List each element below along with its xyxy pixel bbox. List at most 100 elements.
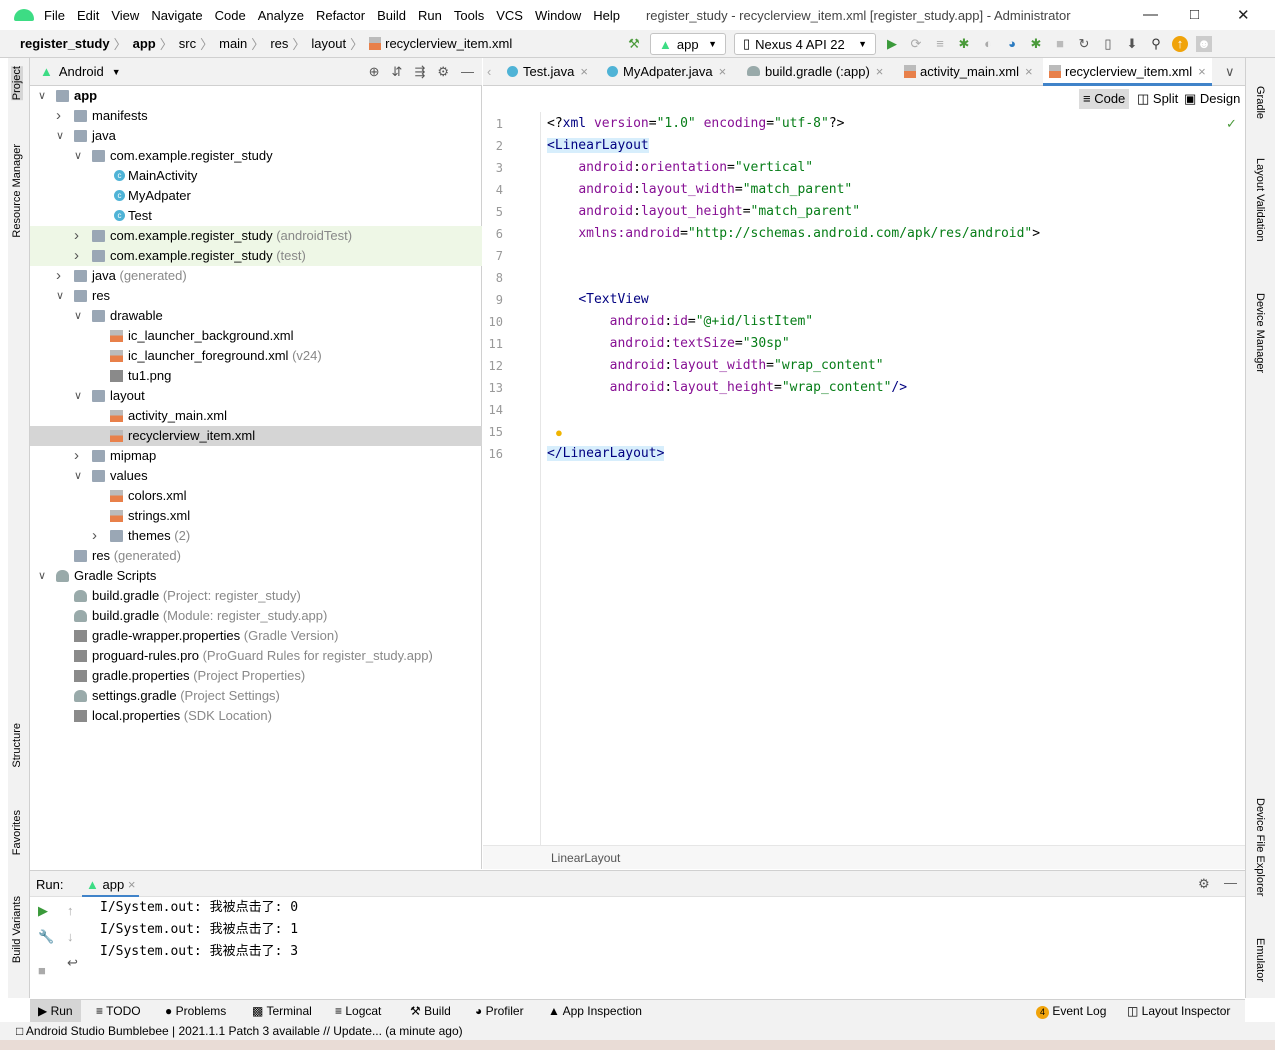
structure-tool-button[interactable]: Structure: [11, 723, 23, 768]
run-tool-button[interactable]: ▶ Run: [30, 1000, 81, 1023]
tree-item[interactable]: ∨ drawable: [30, 306, 482, 326]
sdk-manager-icon[interactable]: ⬇: [1124, 36, 1140, 52]
breadcrumb-item[interactable]: main: [219, 36, 247, 51]
design-mode-button[interactable]: ▣ Design: [1180, 89, 1244, 109]
tree-item[interactable]: ∨ values: [30, 466, 482, 486]
rerun-icon[interactable]: ▶: [38, 903, 48, 919]
tree-item[interactable]: proguard-rules.pro (ProGuard Rules for r…: [30, 646, 482, 666]
tree-item[interactable]: strings.xml: [30, 506, 482, 526]
soft-wrap-icon[interactable]: ↩: [67, 955, 78, 971]
menu-file[interactable]: File: [44, 8, 65, 23]
menu-run[interactable]: Run: [418, 8, 442, 23]
close-icon[interactable]: ×: [128, 877, 136, 892]
emulator-tool-button[interactable]: Emulator: [1254, 938, 1266, 982]
tree-item[interactable]: recyclerview_item.xml: [30, 426, 482, 446]
hide-icon[interactable]: —: [1224, 875, 1237, 890]
down-arrow-icon[interactable]: ↓: [67, 929, 74, 944]
tree-item[interactable]: › java (generated): [30, 266, 482, 286]
chevron-down-icon[interactable]: ∨: [74, 386, 84, 406]
tree-item[interactable]: ∨ layout: [30, 386, 482, 406]
up-arrow-icon[interactable]: ↑: [67, 903, 74, 918]
attach-debugger-icon[interactable]: ✱: [1028, 36, 1044, 52]
tree-item[interactable]: ∨ java: [30, 126, 482, 146]
breadcrumb-item[interactable]: src: [179, 36, 196, 51]
chevron-down-icon[interactable]: ∨: [74, 466, 84, 486]
tree-item[interactable]: build.gradle (Project: register_study): [30, 586, 482, 606]
project-view-select[interactable]: Android: [59, 64, 104, 79]
run-config-select[interactable]: ▲ app ▼: [650, 33, 726, 55]
profile-icon[interactable]: ◕: [1004, 36, 1020, 52]
tree-item[interactable]: colors.xml: [30, 486, 482, 506]
hide-icon[interactable]: —: [461, 64, 474, 80]
layout-inspector-button[interactable]: ◫ Layout Inspector: [1127, 1000, 1230, 1023]
close-button[interactable]: ✕: [1237, 6, 1250, 24]
tree-item[interactable]: c MainActivity: [30, 166, 482, 186]
menu-help[interactable]: Help: [593, 8, 620, 23]
profiler-tool-button[interactable]: ◕ Profiler: [475, 1000, 524, 1023]
chevron-right-icon[interactable]: ›: [74, 446, 84, 466]
chevron-right-icon[interactable]: ›: [74, 226, 84, 246]
tree-item[interactable]: res (generated): [30, 546, 482, 566]
device-select[interactable]: ▯ Nexus 4 API 22 ▼: [734, 33, 876, 55]
run-tab-app[interactable]: ▲ app ×: [82, 871, 140, 898]
chevron-down-icon[interactable]: ∨: [56, 286, 66, 306]
breadcrumb-item[interactable]: recyclerview_item.xml: [385, 36, 512, 51]
chevron-down-icon[interactable]: ∨: [74, 306, 84, 326]
minimize-button[interactable]: —: [1143, 6, 1158, 23]
run-icon[interactable]: ▶: [884, 36, 900, 52]
tree-item[interactable]: gradle-wrapper.properties (Gradle Versio…: [30, 626, 482, 646]
chevron-right-icon[interactable]: ›: [74, 246, 84, 266]
run-console[interactable]: ▶ 🔧 ■ ↑ ↓ ↩ I/System.out: 我被点击了: 0 I/Sys…: [30, 897, 1245, 998]
menu-vcs[interactable]: VCS: [496, 8, 523, 23]
editor-tab[interactable]: build.gradle (:app) ×: [747, 58, 883, 86]
breadcrumb-item[interactable]: layout: [311, 36, 346, 51]
menu-view[interactable]: View: [111, 8, 139, 23]
chevron-down-icon[interactable]: ▼: [112, 67, 121, 77]
menu-navigate[interactable]: Navigate: [151, 8, 202, 23]
terminal-tool-button[interactable]: ▩ Terminal: [252, 1000, 312, 1023]
breadcrumb-item[interactable]: app: [133, 36, 156, 51]
project-tool-button[interactable]: Project: [11, 66, 23, 101]
problems-tool-button[interactable]: ● Problems: [165, 1000, 226, 1023]
tree-item[interactable]: settings.gradle (Project Settings): [30, 686, 482, 706]
stop-icon[interactable]: ■: [1052, 36, 1068, 52]
lightbulb-icon[interactable]: ●: [555, 425, 563, 440]
tree-item[interactable]: ∨ res: [30, 286, 482, 306]
close-tab-icon[interactable]: ×: [1198, 64, 1206, 79]
close-tab-icon[interactable]: ×: [719, 64, 727, 79]
tree-item[interactable]: ic_launcher_foreground.xml (v24): [30, 346, 482, 366]
close-tab-icon[interactable]: ×: [1025, 64, 1033, 79]
apply-code-changes-icon[interactable]: ≡: [932, 36, 948, 52]
editor-tab[interactable]: activity_main.xml ×: [904, 58, 1033, 86]
build-variants-tool-button[interactable]: Build Variants: [11, 896, 23, 963]
menu-edit[interactable]: Edit: [77, 8, 99, 23]
tree-item[interactable]: ∨ Gradle Scripts: [30, 566, 482, 586]
menu-refactor[interactable]: Refactor: [316, 8, 365, 23]
chevron-down-icon[interactable]: ∨: [38, 86, 48, 106]
tree-item[interactable]: gradle.properties (Project Properties): [30, 666, 482, 686]
sync-gradle-icon[interactable]: ↻: [1076, 36, 1092, 52]
hammer-icon[interactable]: ⚒: [626, 36, 642, 52]
menu-window[interactable]: Window: [535, 8, 581, 23]
maximize-button[interactable]: □: [1190, 6, 1199, 23]
gear-icon[interactable]: ⚙: [1198, 876, 1210, 892]
search-icon[interactable]: ⚲: [1148, 36, 1164, 52]
tree-item[interactable]: › com.example.register_study (androidTest…: [30, 226, 482, 246]
resource-manager-tool-button[interactable]: Resource Manager: [11, 144, 23, 238]
tree-item[interactable]: activity_main.xml: [30, 406, 482, 426]
tree-item[interactable]: › manifests: [30, 106, 482, 126]
event-log-button[interactable]: 4 Event Log: [1036, 1000, 1106, 1023]
gradle-tool-button[interactable]: Gradle: [1254, 86, 1266, 119]
split-mode-button[interactable]: ◫ Split: [1133, 89, 1182, 109]
tree-item[interactable]: › com.example.register_study (test): [30, 246, 482, 266]
expand-all-icon[interactable]: ⇵: [392, 64, 403, 80]
chevron-right-icon[interactable]: ›: [56, 266, 66, 286]
layout-validation-tool-button[interactable]: Layout Validation: [1254, 158, 1266, 242]
tree-item[interactable]: local.properties (SDK Location): [30, 706, 482, 726]
tree-item[interactable]: tu1.png: [30, 366, 482, 386]
breadcrumb-item[interactable]: res: [270, 36, 288, 51]
device-manager-tool-button[interactable]: Device Manager: [1254, 293, 1266, 373]
device-file-explorer-tool-button[interactable]: Device File Explorer: [1254, 798, 1266, 896]
collapse-all-icon[interactable]: ⇶: [414, 64, 425, 80]
locate-icon[interactable]: ⊕: [369, 64, 380, 80]
